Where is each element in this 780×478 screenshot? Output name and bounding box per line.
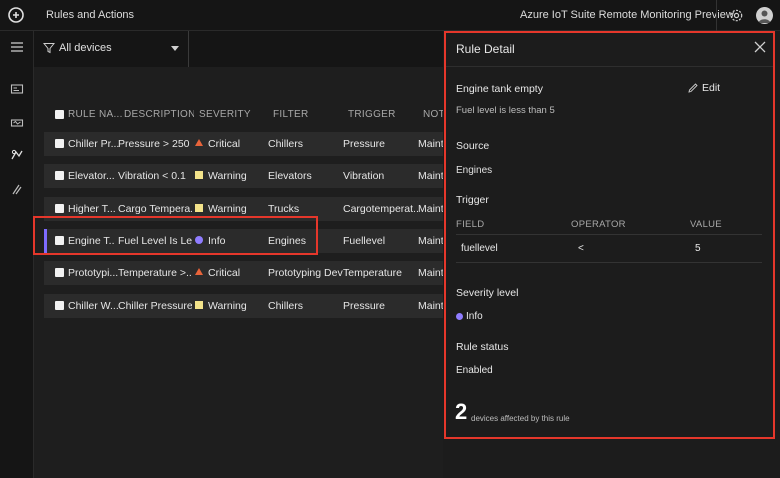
- status-value: Enabled: [456, 365, 493, 376]
- app-logo-icon[interactable]: [8, 7, 24, 23]
- filter-cell: Chillers: [268, 300, 304, 312]
- row-checkbox[interactable]: [55, 301, 64, 310]
- panel-title: Rule Detail: [456, 42, 515, 56]
- funnel-icon: [43, 43, 55, 54]
- trigger-cell: Fuellevel: [343, 235, 386, 247]
- topbar-divider: [716, 0, 717, 31]
- row-checkbox[interactable]: [55, 139, 64, 148]
- severity-value: Info: [466, 311, 483, 322]
- warning-icon: [195, 301, 203, 309]
- condition-operator-header: OPERATOR: [571, 219, 626, 230]
- dashboard-icon[interactable]: [10, 82, 24, 96]
- device-filter-select[interactable]: All devices: [34, 31, 189, 67]
- filter-cell: Trucks: [268, 203, 300, 215]
- trigger-cell: Pressure: [343, 138, 386, 150]
- condition-value-header: VALUE: [690, 219, 722, 230]
- column-header-description[interactable]: DESCRIPTION: [124, 109, 194, 121]
- rule-name-cell: Chiller W...: [68, 300, 119, 312]
- grid-header: RULE NA... DESCRIPTION SEVERITY FILTER T…: [44, 100, 444, 128]
- severity-label: Severity level: [456, 287, 519, 299]
- filter-cell: Prototyping Devic: [268, 267, 343, 279]
- column-header-trigger[interactable]: TRIGGER: [348, 109, 408, 121]
- description-cell: Chiller Pressure...: [118, 300, 192, 312]
- trigger-label: Trigger: [456, 194, 489, 206]
- table-row[interactable]: Chiller Pr... Pressure > 250 Critical Ch…: [44, 132, 444, 156]
- maintenance-icon[interactable]: [10, 182, 24, 196]
- description-cell: Vibration < 0.1: [118, 170, 186, 182]
- rule-name-cell: Prototypi...: [68, 267, 119, 279]
- select-all-checkbox[interactable]: [55, 110, 64, 119]
- filter-cell: Chillers: [268, 138, 304, 150]
- condition-field-header: FIELD: [456, 219, 485, 230]
- user-avatar-icon: [758, 10, 771, 23]
- description-cell: Temperature >...: [118, 267, 192, 279]
- column-header-filter[interactable]: FILTER: [273, 109, 333, 121]
- info-icon: [456, 313, 463, 320]
- severity-cell: Critical: [208, 267, 241, 279]
- row-checkbox[interactable]: [55, 268, 64, 277]
- notification-cell: Maint: [418, 267, 444, 279]
- condition-value: 5: [695, 243, 701, 254]
- filter-cell: Elevators: [268, 170, 312, 182]
- rule-name: Engine tank empty: [456, 83, 543, 95]
- trigger-cell: Pressure: [343, 300, 386, 312]
- edit-label: Edit: [702, 82, 721, 94]
- rules-icon[interactable]: [10, 148, 24, 162]
- critical-icon: [195, 139, 203, 146]
- column-header-notification[interactable]: NOT: [423, 109, 444, 121]
- notification-cell: Maint: [418, 203, 444, 215]
- chevron-down-icon: [171, 46, 179, 51]
- row-checkbox[interactable]: [55, 204, 64, 213]
- source-value: Engines: [456, 165, 493, 176]
- device-filter-label: All devices: [59, 42, 112, 54]
- gear-icon[interactable]: [728, 7, 745, 24]
- rule-name-cell: Chiller Pr...: [68, 138, 120, 150]
- rule-description: Fuel level is less than 5: [456, 105, 555, 116]
- warning-icon: [195, 204, 203, 212]
- avatar[interactable]: [756, 7, 773, 24]
- column-header-severity[interactable]: SEVERITY: [199, 109, 259, 121]
- top-bar: Rules and Actions Azure IoT Suite Remote…: [0, 0, 780, 31]
- condition-operator: <: [578, 243, 584, 254]
- selected-row-highlight: [33, 216, 318, 255]
- notification-cell: Maint: [418, 300, 444, 312]
- notification-cell: Maint: [418, 138, 444, 150]
- critical-icon: [195, 268, 203, 275]
- close-icon[interactable]: [754, 41, 766, 53]
- description-cell: Cargo Tempera...: [118, 203, 192, 215]
- source-label: Source: [456, 140, 490, 152]
- status-label: Rule status: [456, 341, 509, 353]
- description-cell: Pressure > 250: [118, 138, 190, 150]
- warning-icon: [195, 171, 203, 179]
- rule-name-cell: Elevator...: [68, 170, 115, 182]
- panel-divider: [446, 66, 773, 67]
- severity-cell: Warning: [208, 203, 247, 215]
- table-row[interactable]: Elevator... Vibration < 0.1 Warning Elev…: [44, 164, 444, 188]
- trigger-cell: Cargotemperat...: [343, 203, 418, 215]
- condition-divider: [456, 262, 762, 263]
- devices-icon[interactable]: [10, 116, 24, 130]
- rule-name-cell: Higher T...: [68, 203, 116, 215]
- severity-cell: Critical: [208, 138, 241, 150]
- condition-field: fuellevel: [461, 243, 498, 254]
- table-row[interactable]: Prototypi... Temperature >... Critical P…: [44, 261, 444, 285]
- row-checkbox[interactable]: [55, 171, 64, 180]
- devices-caption: devices affected by this rule: [471, 414, 570, 423]
- notification-cell: Maint: [418, 170, 444, 182]
- notification-cell: Maint: [418, 235, 444, 247]
- pencil-icon: [688, 83, 698, 93]
- page-title: Rules and Actions: [46, 9, 135, 21]
- app-title: Azure IoT Suite Remote Monitoring Previe…: [520, 9, 734, 21]
- trigger-cell: Vibration: [343, 170, 385, 182]
- severity-cell: Warning: [208, 170, 247, 182]
- hamburger-menu-icon[interactable]: [10, 40, 24, 54]
- devices-count: 2: [455, 399, 468, 424]
- table-row[interactable]: Chiller W... Chiller Pressure... Warning…: [44, 294, 444, 318]
- left-navigation: [0, 31, 34, 478]
- trigger-cell: Temperature: [343, 267, 402, 279]
- condition-divider: [456, 234, 762, 235]
- severity-cell: Warning: [208, 300, 247, 312]
